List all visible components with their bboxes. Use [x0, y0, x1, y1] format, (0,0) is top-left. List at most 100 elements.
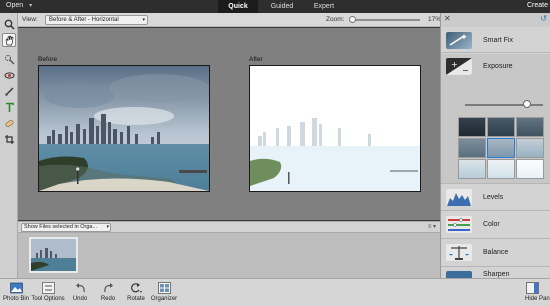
type-icon: [5, 102, 14, 112]
tab-quick[interactable]: Quick: [218, 0, 258, 13]
crop-icon: [4, 134, 14, 144]
reset-icon[interactable]: ↺: [540, 14, 547, 23]
adjustments-panel: ✕ ↺ Smart Fix + − Exposure Levels Color …: [440, 13, 550, 278]
open-label: Open: [6, 2, 24, 9]
redo-button[interactable]: Redo: [95, 279, 121, 306]
tool-options-icon: [28, 279, 68, 296]
svg-text:+: +: [451, 60, 458, 69]
color-icon: [446, 216, 472, 233]
eye-icon: [4, 71, 14, 79]
svg-text:−: −: [462, 66, 469, 75]
exposure-preset-6[interactable]: [516, 138, 544, 158]
balance-icon: [446, 244, 472, 261]
adjustment-color[interactable]: Color: [441, 212, 550, 239]
adjustment-balance[interactable]: Balance: [441, 240, 550, 267]
view-options-bar: View: Before & After - Horizontal ▾ Zoom…: [18, 13, 441, 27]
hide-panel-icon: [522, 279, 550, 296]
view-mode-value: Before & After - Horizontal: [49, 17, 119, 23]
adjustment-smart-fix[interactable]: Smart Fix: [441, 28, 550, 53]
zoom-tool[interactable]: [2, 17, 16, 31]
smart-fix-icon: [446, 32, 472, 49]
tab-guided[interactable]: Guided: [262, 0, 302, 13]
color-label: Color: [483, 221, 500, 228]
rotate-icon: ▾: [122, 279, 150, 296]
sharpen-label: Sharpen: [483, 271, 510, 278]
bin-thumbnail[interactable]: [29, 237, 78, 273]
exposure-preset-7[interactable]: [458, 159, 486, 179]
zoom-slider-handle[interactable]: [348, 16, 356, 23]
photo-canvas: Before After: [18, 28, 440, 220]
bin-menu-icon[interactable]: ≡ ▾: [428, 223, 436, 230]
balance-label: Balance: [483, 249, 509, 256]
tab-expert[interactable]: Expert: [304, 0, 344, 13]
magnifier-icon: [4, 19, 15, 30]
tool-options-button[interactable]: Tool Options: [28, 279, 68, 306]
undo-button[interactable]: Undo: [67, 279, 93, 306]
svg-text:▾: ▾: [140, 289, 142, 294]
crop-tool[interactable]: [2, 132, 16, 146]
adjustment-levels[interactable]: Levels: [441, 185, 550, 211]
exposure-slider-track[interactable]: [465, 104, 543, 106]
redo-icon: [95, 279, 121, 296]
hide-panel-button[interactable]: Hide Pan: [522, 279, 550, 306]
hide-panel-label: Hide Pan: [525, 296, 550, 302]
photo-bin: [18, 233, 440, 278]
organizer-label: Organizer: [150, 296, 178, 302]
view-label: View:: [22, 16, 38, 23]
exposure-preset-4[interactable]: [458, 138, 486, 158]
exposure-icon: + −: [446, 58, 472, 75]
create-menu[interactable]: Create: [527, 2, 548, 9]
view-mode-select[interactable]: Before & After - Horizontal ▾: [45, 15, 148, 25]
red-eye-tool[interactable]: [2, 68, 16, 82]
close-icon[interactable]: ✕: [444, 14, 451, 23]
levels-label: Levels: [483, 194, 504, 201]
undo-label: Undo: [72, 296, 88, 302]
exposure-preset-2[interactable]: [487, 117, 515, 137]
quick-selection-tool[interactable]: [2, 52, 16, 66]
type-tool[interactable]: [2, 100, 16, 114]
before-photo[interactable]: [38, 65, 210, 192]
exposure-preset-5[interactable]: [487, 138, 515, 158]
before-label: Before: [38, 56, 58, 63]
exposure-preset-9[interactable]: [516, 159, 544, 179]
after-label: After: [249, 56, 263, 63]
bottom-taskbar: Photo Bin Tool Options Undo Redo ▾ Rotat…: [0, 278, 550, 306]
bin-source-select[interactable]: Show Files selected in Orga... ▾: [21, 223, 111, 232]
zoom-label: Zoom:: [326, 16, 345, 23]
rotate-label: Rotate: [127, 296, 145, 302]
whiten-teeth-tool[interactable]: [2, 84, 16, 98]
photo-bin-bar: Show Files selected in Orga... ▾ ≡ ▾: [18, 221, 440, 233]
chevron-down-icon: ▾: [142, 17, 145, 23]
organizer-icon: [148, 279, 180, 296]
quick-selection-icon: [4, 54, 14, 64]
chevron-down-icon: ▾: [29, 3, 33, 9]
hand-tool[interactable]: [2, 33, 16, 47]
open-menu[interactable]: Open ▾: [6, 2, 32, 9]
exposure-preset-8[interactable]: [487, 159, 515, 179]
redo-label: Redo: [100, 296, 116, 302]
after-photo[interactable]: [249, 65, 421, 192]
spot-healing-tool[interactable]: [2, 116, 16, 130]
adjustment-sharpen[interactable]: Sharpen: [441, 268, 550, 278]
photo-bin-icon: [1, 279, 31, 296]
zoom-slider-track[interactable]: [350, 19, 420, 21]
rotate-button[interactable]: ▾ Rotate: [122, 279, 150, 306]
top-menu-bar: Open ▾ Quick Guided Expert Create: [0, 0, 550, 13]
organizer-button[interactable]: Organizer: [148, 279, 180, 306]
brush-icon: [4, 87, 13, 96]
sharpen-icon: [446, 271, 472, 278]
levels-icon: [446, 189, 472, 206]
exposure-preset-3[interactable]: [516, 117, 544, 137]
exposure-preset-grid: [458, 117, 544, 179]
smart-fix-label: Smart Fix: [483, 37, 513, 44]
tool-options-label: Tool Options: [31, 296, 65, 302]
photo-bin-button[interactable]: Photo Bin: [1, 279, 31, 306]
photo-bin-label: Photo Bin: [2, 296, 30, 302]
panel-header: ✕ ↺: [441, 13, 550, 27]
exposure-preset-1[interactable]: [458, 117, 486, 137]
bandage-icon: [5, 119, 13, 127]
hand-icon: [5, 34, 13, 45]
toolbox: [0, 13, 18, 278]
chevron-down-icon: ▾: [106, 224, 109, 230]
undo-icon: [67, 279, 93, 296]
